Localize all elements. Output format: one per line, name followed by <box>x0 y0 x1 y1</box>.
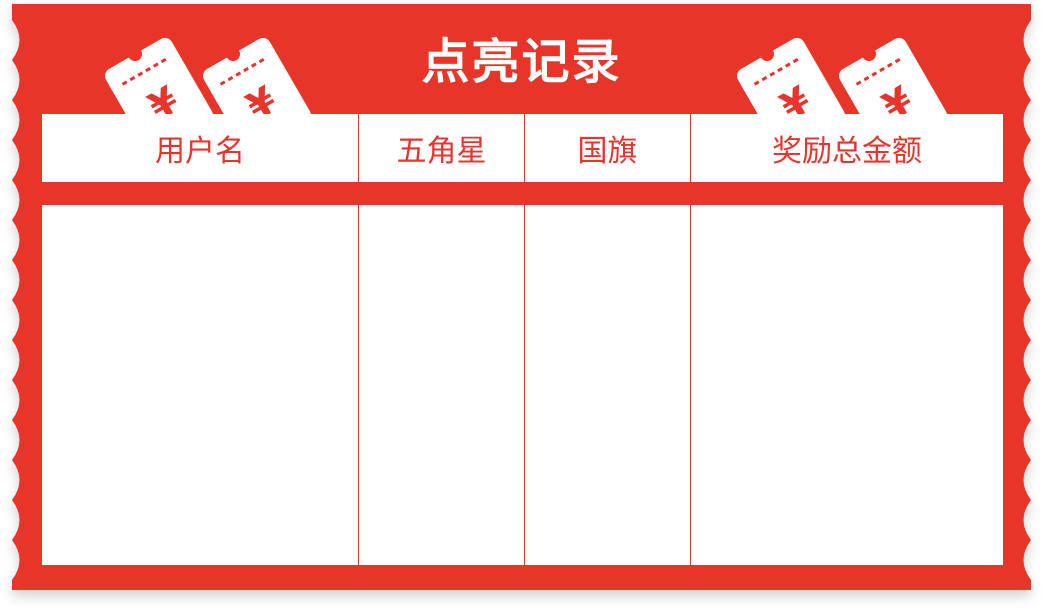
record-panel: ¥ ¥ ¥ ¥ 点亮记录 用户名 五角星 国旗 奖励总金额 <box>0 0 1043 613</box>
table-header: 用户名 五角星 国旗 奖励总金额 <box>42 114 1003 182</box>
column-header-star: 五角星 <box>359 114 525 182</box>
column-body-star <box>359 205 525 565</box>
column-body-username <box>42 205 359 565</box>
column-header-username: 用户名 <box>42 114 359 182</box>
column-body-flag <box>525 205 691 565</box>
page-title: 点亮记录 <box>421 34 622 90</box>
column-header-flag: 国旗 <box>525 114 691 182</box>
column-body-total-reward <box>691 205 1003 565</box>
table-body <box>42 205 1003 565</box>
column-header-total-reward: 奖励总金额 <box>772 134 922 169</box>
